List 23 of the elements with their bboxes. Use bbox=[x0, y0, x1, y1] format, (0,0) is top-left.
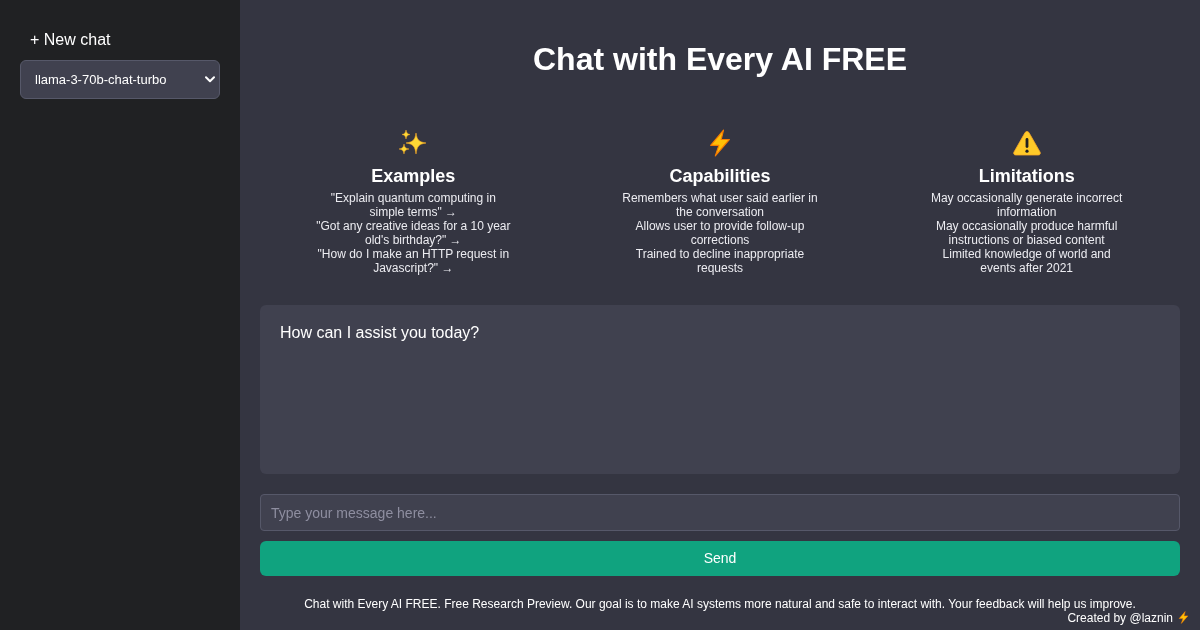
column-heading: Examples bbox=[371, 165, 456, 187]
assistant-message: How can I assist you today? bbox=[280, 323, 481, 343]
example-prompt[interactable]: "Explain quantum computing in simple terms" → bbox=[313, 191, 514, 219]
column-heading: Capabilities bbox=[669, 165, 771, 187]
info-text: Allows user to provide follow-up corrections bbox=[634, 219, 806, 247]
message-input[interactable]: Type your message here... bbox=[260, 494, 1180, 531]
info-text: Trained to decline inappropriate requests bbox=[634, 247, 806, 275]
example-prompt[interactable]: "Got any creative ideas for a 10 year old's birthday?" → bbox=[313, 219, 514, 247]
credit-text: Created by @laznin bbox=[1067, 611, 1173, 624]
model-select[interactable]: llama-3-70b-chat-turbo bbox=[20, 60, 220, 99]
info-text: Limited knowledge of world and events after 2021 bbox=[941, 247, 1112, 275]
info-text: May occasionally generate incorrect information bbox=[929, 191, 1124, 219]
warning-icon bbox=[1012, 130, 1041, 156]
lightning-icon bbox=[1177, 611, 1190, 624]
new-chat-button[interactable]: + New chat bbox=[20, 28, 121, 52]
example-prompt[interactable]: "How do I make an HTTP request in Javascript?" → bbox=[313, 247, 514, 275]
chevron-down-icon bbox=[205, 76, 215, 83]
footer-text: Chat with Every AI FREE. Free Research Preview. Our goal is to make AI systems more natural and safe to interact with. Your feedback will help us improve. bbox=[303, 598, 1137, 610]
info-text: Remembers what user said earlier in the conversation bbox=[621, 191, 819, 219]
page-title: Chat with Every AI FREE bbox=[533, 40, 907, 79]
info-text: May occasionally produce harmful instructions or biased content bbox=[934, 219, 1119, 247]
column-heading: Limitations bbox=[978, 165, 1075, 187]
sparkles-icon bbox=[399, 129, 428, 157]
